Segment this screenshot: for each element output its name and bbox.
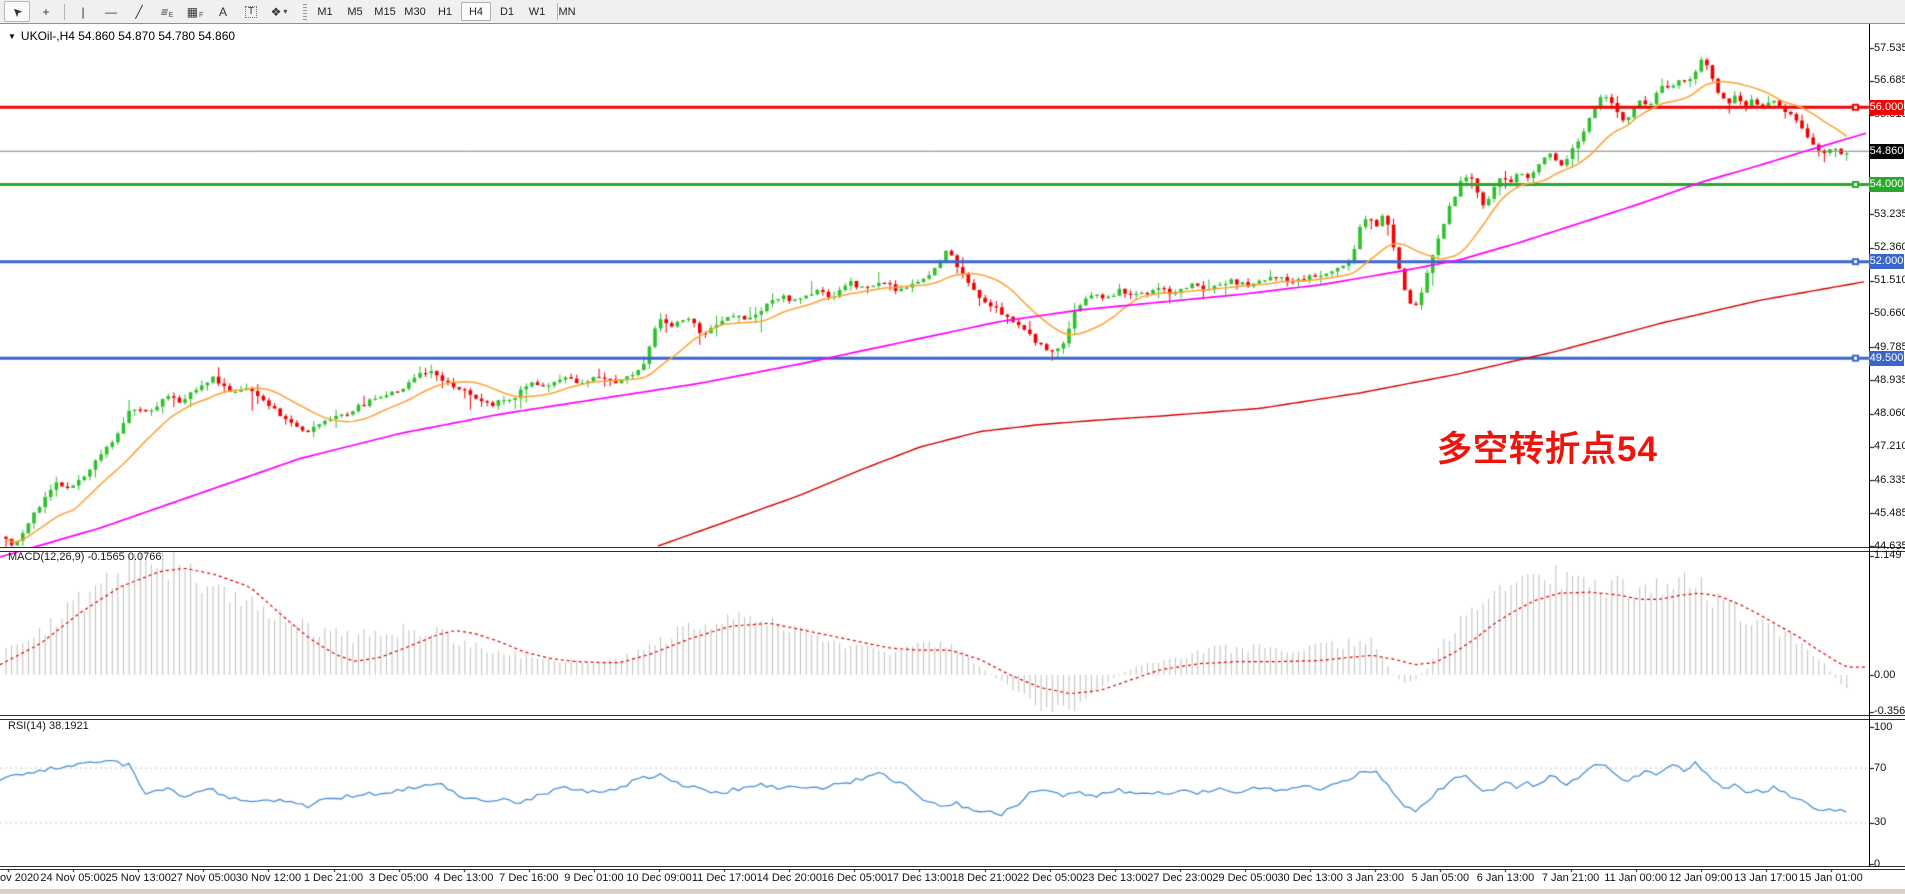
timeframe-d1-button[interactable]: D1 xyxy=(493,3,521,20)
chevron-down-icon[interactable]: ▼ xyxy=(8,32,16,41)
toolbar-drag-handle[interactable] xyxy=(303,4,307,20)
text-label-icon[interactable]: T xyxy=(239,2,263,21)
vertical-line-tool-glyph: | xyxy=(81,6,84,18)
time-tick-label: 15 Jan 01:00 xyxy=(1783,872,1879,884)
price-tick-label: 46.335 xyxy=(1874,474,1905,486)
crosshair-tool-glyph: + xyxy=(42,6,49,18)
crosshair-icon[interactable]: + xyxy=(34,2,58,21)
rsi-indicator-label: RSI(14) 38.1921 xyxy=(8,720,89,732)
macd-tick-label: -0.3563 xyxy=(1874,705,1905,717)
macd-tick-label: 0.00 xyxy=(1874,669,1895,681)
level-price-label[interactable]: 56.000 xyxy=(1869,100,1904,115)
sub-label: E xyxy=(169,12,174,19)
horizontal-line-tool-glyph: — xyxy=(105,6,117,18)
fibonacci-tool-glyph: ≡ xyxy=(159,6,169,18)
price-tick-label: 48.060 xyxy=(1874,407,1905,419)
timeframe-m30-button[interactable]: M30 xyxy=(401,3,429,20)
price-tick-label: 53.235 xyxy=(1874,208,1905,220)
trendline-icon[interactable]: ╱ xyxy=(127,2,151,21)
text-label-tool-glyph: T xyxy=(245,6,257,18)
vertical-line-icon[interactable]: | xyxy=(71,2,95,21)
price-tick-label: 45.485 xyxy=(1874,507,1905,519)
toolbar-separator xyxy=(557,3,558,20)
price-tick-label: 51.510 xyxy=(1874,274,1905,286)
rsi-tick-label: 30 xyxy=(1874,816,1886,828)
cursor-icon[interactable]: ➤ xyxy=(4,1,30,22)
timeframe-m1-button[interactable]: M1 xyxy=(311,3,339,20)
timeframe-h1-button[interactable]: H1 xyxy=(431,3,459,20)
panel-separator-rsi[interactable] xyxy=(0,715,1905,720)
symbol-ohlc-text: UKOil-,H4 54.860 54.870 54.780 54.860 xyxy=(21,29,235,43)
macd-indicator-label: MACD(12,26,9) -0.1565 0.0766 xyxy=(8,551,161,563)
window-bottom-strip xyxy=(0,889,1905,894)
toolbar-separator xyxy=(64,4,65,20)
text-tool-glyph: A xyxy=(219,6,227,18)
arrows-icon[interactable]: ❖▾ xyxy=(267,2,291,21)
price-tick-label: 56.685 xyxy=(1874,74,1905,86)
timeframe-h4-button[interactable]: H4 xyxy=(461,2,491,21)
timeframe-m15-button[interactable]: M15 xyxy=(371,3,399,20)
timeframe-toolbar: M1M5M15M30H1H4D1W1MN xyxy=(300,1,582,22)
rsi-tick-label: 100 xyxy=(1874,721,1892,733)
timeframe-m5-button[interactable]: M5 xyxy=(341,3,369,20)
drawing-tools-group: ➤+|—╱≡E▦FAT❖▾ xyxy=(2,1,293,22)
price-tick-label: 57.535 xyxy=(1874,42,1905,54)
trendline-tool-glyph: ╱ xyxy=(135,6,142,18)
chart-text-annotation: 多空转折点54 xyxy=(1437,421,1658,472)
timeframe-w1-button[interactable]: W1 xyxy=(523,3,551,20)
rsi-tick-label: 70 xyxy=(1874,762,1886,774)
current-price-label[interactable]: 54.860 xyxy=(1869,144,1904,159)
price-tick-label: 48.935 xyxy=(1874,374,1905,386)
cursor-tool-glyph: ➤ xyxy=(9,4,25,20)
cells-tool-glyph: ▦ xyxy=(187,6,198,18)
arrows-tool-glyph: ❖ xyxy=(271,6,282,18)
sub-label: F xyxy=(199,12,203,19)
level-price-label[interactable]: 49.500 xyxy=(1869,351,1904,366)
level-price-label[interactable]: 54.000 xyxy=(1869,177,1904,192)
horizontal-line-icon[interactable]: — xyxy=(99,2,123,21)
panel-separator-macd[interactable] xyxy=(0,547,1905,552)
panel-separator-time xyxy=(0,866,1905,870)
rsi-tick-label: 0 xyxy=(1874,858,1880,870)
level-price-label[interactable]: 52.000 xyxy=(1869,254,1904,269)
text-icon[interactable]: A xyxy=(211,2,235,21)
chart-title: ▼ UKOil-,H4 54.860 54.870 54.780 54.860 xyxy=(8,29,235,43)
price-tick-label: 50.660 xyxy=(1874,307,1905,319)
chevron-down-icon: ▾ xyxy=(283,7,287,16)
price-tick-label: 47.210 xyxy=(1874,440,1905,452)
cells-icon[interactable]: ▦F xyxy=(183,2,207,21)
price-tick-label: 52.360 xyxy=(1874,241,1905,253)
fibonacci-icon[interactable]: ≡E xyxy=(155,2,179,21)
toolbar: ➤+|—╱≡E▦FAT❖▾ M1M5M15M30H1H4D1W1MN xyxy=(0,0,1905,24)
macd-tick-label: 1.149 xyxy=(1874,549,1902,561)
